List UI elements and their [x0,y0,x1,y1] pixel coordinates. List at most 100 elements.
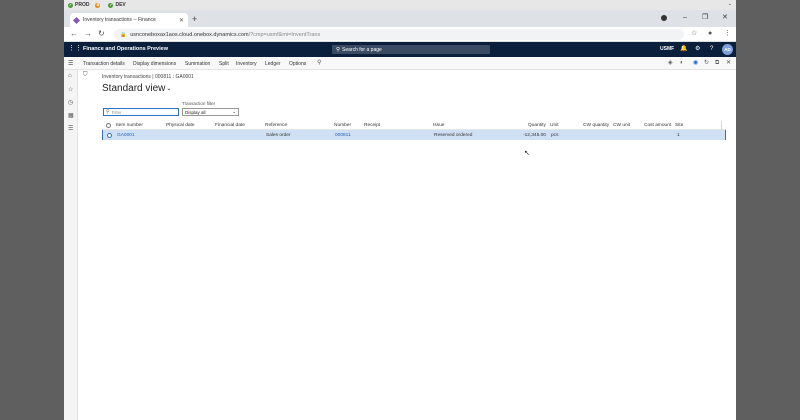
kebab-menu-icon[interactable]: ⋮ [724,29,731,39]
action-display-dimensions[interactable]: Display dimensions [133,61,176,67]
app-navbar: ⋮⋮ Finance and Operations Preview ⚲ Sear… [64,42,736,57]
column-header-site[interactable]: Site [675,123,683,128]
url-host: usnconeboxax1aos.cloud.onebox.dynamics.c… [130,31,249,38]
check-circle-icon: ✓ [108,2,114,8]
filter-icon[interactable]: ⛉ [83,72,88,79]
list-icon[interactable]: ☰ [68,125,73,132]
hamburger-icon[interactable]: ☰ [68,60,73,67]
gear-icon[interactable]: ⚙ [695,45,700,53]
cell-issue: Reserved ordered [434,132,473,138]
avatar[interactable]: AD [722,44,733,55]
bookmark-settings[interactable]: ⚙ [95,2,102,8]
help-icon[interactable]: ? [710,45,713,53]
column-header-reference[interactable]: Reference [265,123,287,128]
column-header-physical-date[interactable]: Physical date [166,123,195,128]
search-placeholder: Search for a page [342,46,382,53]
navigation-rail: ⌂ ☆ ◷ ▦ ☰ [64,70,78,420]
filter-placeholder: Filter [111,109,122,115]
workspace-icon[interactable]: ▦ [68,112,74,119]
search-icon: ⚲ [336,46,341,53]
app-launcher-icon[interactable]: ⋮⋮ [68,45,82,53]
search-icon[interactable]: ⚲ [317,60,321,67]
column-header-receipt[interactable]: Receipt [364,123,380,128]
chevron-down-icon: ⌄ [232,109,236,114]
profile-icon[interactable]: ● [708,29,712,39]
close-window-icon[interactable]: ✕ [722,14,728,22]
address-bar: ← → ↻ 🔒 usnconeboxax1aos.cloud.onebox.dy… [64,27,736,42]
table-row[interactable]: GA0001 Sales order 000811 Reserved order… [102,130,726,140]
action-summation[interactable]: Summation [185,61,210,67]
forward-arrow-icon[interactable]: → [84,29,92,39]
grid-header: Item number Physical date Financial date… [102,121,726,130]
app-name: Finance and Operations Preview [83,46,168,52]
settings-gear-icon: ⚙ [95,2,101,8]
column-header-unit[interactable]: Unit [550,123,559,128]
url-path: /?cmp=usmf&mi=InventTrans [248,31,321,38]
office-icon[interactable]: ◐ [680,60,684,67]
close-icon[interactable]: ✕ [726,60,731,67]
column-header-issue[interactable]: Issue [433,123,444,128]
refresh-icon[interactable]: ↻ [704,60,709,67]
cell-unit: pcs [551,132,559,138]
url-input[interactable]: 🔒 usnconeboxax1aos.cloud.onebox.dynamics… [114,29,684,40]
select-all-radio[interactable] [106,123,111,128]
minimize-icon[interactable]: – [683,14,687,22]
column-header-quantity[interactable]: Quantity [528,123,546,128]
lock-icon: 🔒 [120,31,127,38]
action-split[interactable]: Split [219,61,229,67]
cell-quantity: -12,345.00 [523,132,546,138]
reload-icon[interactable]: ↻ [98,29,105,39]
row-focus-edge [725,130,726,140]
filter-input[interactable]: ⚲ Filter [103,108,179,116]
action-pane: ☰ Transaction details Display dimensions… [64,57,736,70]
column-header-financial-date[interactable]: Financial date [215,123,245,128]
bookmark-label: DEV [115,2,126,8]
page-title: Standard view [102,83,166,94]
transaction-filter-value: Display all [185,109,206,115]
transaction-filter-select[interactable]: Display all ⌄ [182,108,239,116]
mouse-cursor-icon: ↖ [524,150,530,157]
chevron-down-icon[interactable]: ⌄ [728,1,732,7]
row-select-radio[interactable] [107,132,112,138]
bookmark-dev[interactable]: ✓ DEV [108,2,126,8]
column-header-item-number[interactable]: Item number [116,123,143,128]
browser-window: ✓ PROD ⚙ ✓ DEV ⌄ Inventory transactions … [64,0,736,420]
diamond-icon[interactable]: ◈ [668,60,673,67]
back-arrow-icon[interactable]: ← [70,29,78,39]
restore-icon[interactable]: ❐ [702,14,708,22]
company-picker[interactable]: USMF [660,46,674,52]
column-header-number[interactable]: Number [334,123,351,128]
tab-strip: Inventory transactions -- Finance ✕ + – … [64,10,736,27]
bell-icon[interactable]: 🔔 [680,45,687,53]
bookmark-label: PROD [75,2,90,8]
column-header-cw-unit[interactable]: CW unit [613,123,630,128]
attachment-badge-icon[interactable]: ◉ [693,60,698,67]
clock-icon[interactable]: ◷ [68,99,73,106]
open-new-window-icon[interactable]: ⧉ [715,60,719,67]
action-ledger[interactable]: Ledger [265,61,281,67]
column-header-cost-amount[interactable]: Cost amount [644,123,671,128]
breadcrumb: Inventory transactions | 000811 : GA0001 [102,74,194,80]
cell-item-number[interactable]: GA0001 [117,133,135,138]
star-icon[interactable]: ☆ [68,86,73,93]
close-icon[interactable]: ✕ [179,17,184,24]
view-selector[interactable]: Standard view⌄ [102,83,171,94]
action-inventory[interactable]: Inventory [236,61,257,67]
chevron-down-icon: ⌄ [166,85,172,92]
star-icon[interactable]: ☆ [691,29,697,39]
cell-number[interactable]: 000811 [335,133,351,138]
new-tab-icon[interactable]: + [192,14,197,24]
cell-reference: Sales order [266,132,291,138]
column-header-cw-quantity[interactable]: CW quantity [583,123,609,128]
bookmark-prod[interactable]: ✓ PROD [68,2,89,8]
action-transaction-details[interactable]: Transaction details [83,61,125,67]
browser-tab[interactable]: Inventory transactions -- Finance ✕ [70,13,188,27]
page-search-input[interactable]: ⚲ Search for a page [332,45,490,54]
dynamics-logo-icon [72,16,81,24]
home-icon[interactable]: ⌂ [68,73,72,79]
record-icon[interactable] [661,15,667,21]
action-options[interactable]: Options [289,61,306,67]
cell-site: 1 [677,132,680,138]
transaction-filter-label: Transaction filter [182,101,216,106]
check-circle-icon: ✓ [68,2,73,8]
